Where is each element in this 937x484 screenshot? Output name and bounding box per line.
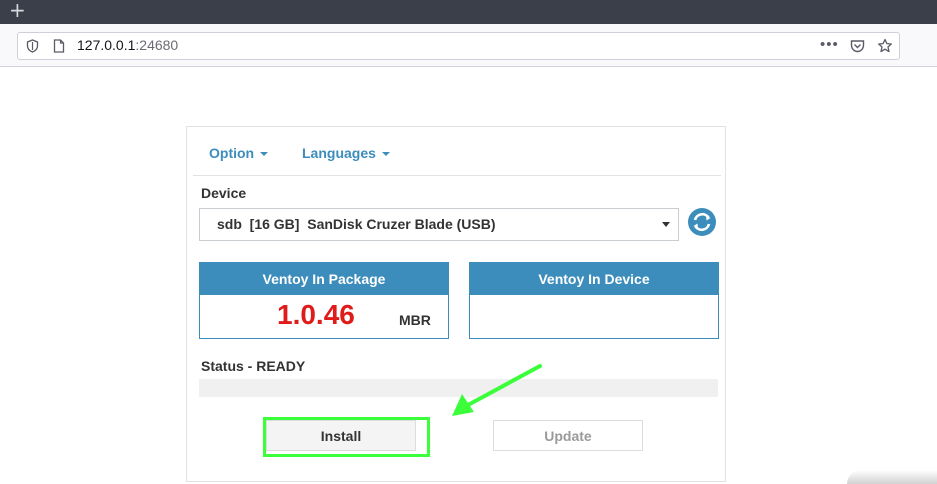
ventoy-in-package-title: Ventoy In Package bbox=[200, 263, 448, 295]
url-port: :24680 bbox=[135, 37, 179, 53]
device-label: Device bbox=[201, 185, 247, 201]
browser-toolbar: 127.0.0.1:24680 ••• bbox=[0, 24, 937, 67]
ventoy-panel: Option Languages Device sdb [16 GB] SanD… bbox=[186, 126, 726, 482]
star-icon[interactable] bbox=[877, 38, 893, 54]
ventoy-in-device-title: Ventoy In Device bbox=[470, 263, 718, 295]
ventoy-in-package-box: Ventoy In Package 1.0.46 MBR bbox=[199, 262, 449, 339]
ventoy-in-device-box: Ventoy In Device bbox=[469, 262, 719, 339]
url-text[interactable]: 127.0.0.1:24680 bbox=[77, 37, 178, 53]
device-select[interactable]: sdb [16 GB] SanDisk Cruzer Blade (USB) bbox=[199, 208, 679, 241]
more-icon[interactable]: ••• bbox=[820, 36, 839, 53]
languages-menu-label: Languages bbox=[302, 145, 376, 161]
url-bar[interactable]: 127.0.0.1:24680 ••• bbox=[17, 32, 900, 60]
pocket-icon[interactable] bbox=[850, 39, 865, 53]
package-partition-style: MBR bbox=[399, 312, 431, 328]
url-host: 127.0.0.1 bbox=[77, 37, 136, 53]
status-label: Status - READY bbox=[201, 358, 306, 374]
option-menu-label: Option bbox=[209, 145, 255, 161]
option-menu[interactable]: Option bbox=[209, 145, 269, 161]
update-button[interactable]: Update bbox=[493, 420, 643, 451]
install-button[interactable]: Install bbox=[266, 420, 416, 451]
shield-icon[interactable] bbox=[26, 39, 39, 53]
new-tab-plus-icon[interactable]: + bbox=[9, 0, 26, 22]
caret-down-icon bbox=[662, 222, 670, 227]
package-version: 1.0.46 bbox=[277, 299, 355, 330]
page-icon bbox=[53, 39, 65, 53]
caret-down-icon bbox=[381, 152, 390, 157]
caret-down-icon bbox=[260, 152, 269, 157]
device-selected-value: sdb [16 GB] SanDisk Cruzer Blade (USB) bbox=[217, 216, 496, 232]
languages-menu[interactable]: Languages bbox=[302, 145, 390, 161]
refresh-icon[interactable] bbox=[687, 207, 717, 237]
page-shadow bbox=[847, 470, 937, 484]
tab-bar: + bbox=[0, 0, 937, 24]
progress-bar bbox=[199, 379, 718, 397]
menu-bar: Option Languages bbox=[193, 133, 721, 176]
